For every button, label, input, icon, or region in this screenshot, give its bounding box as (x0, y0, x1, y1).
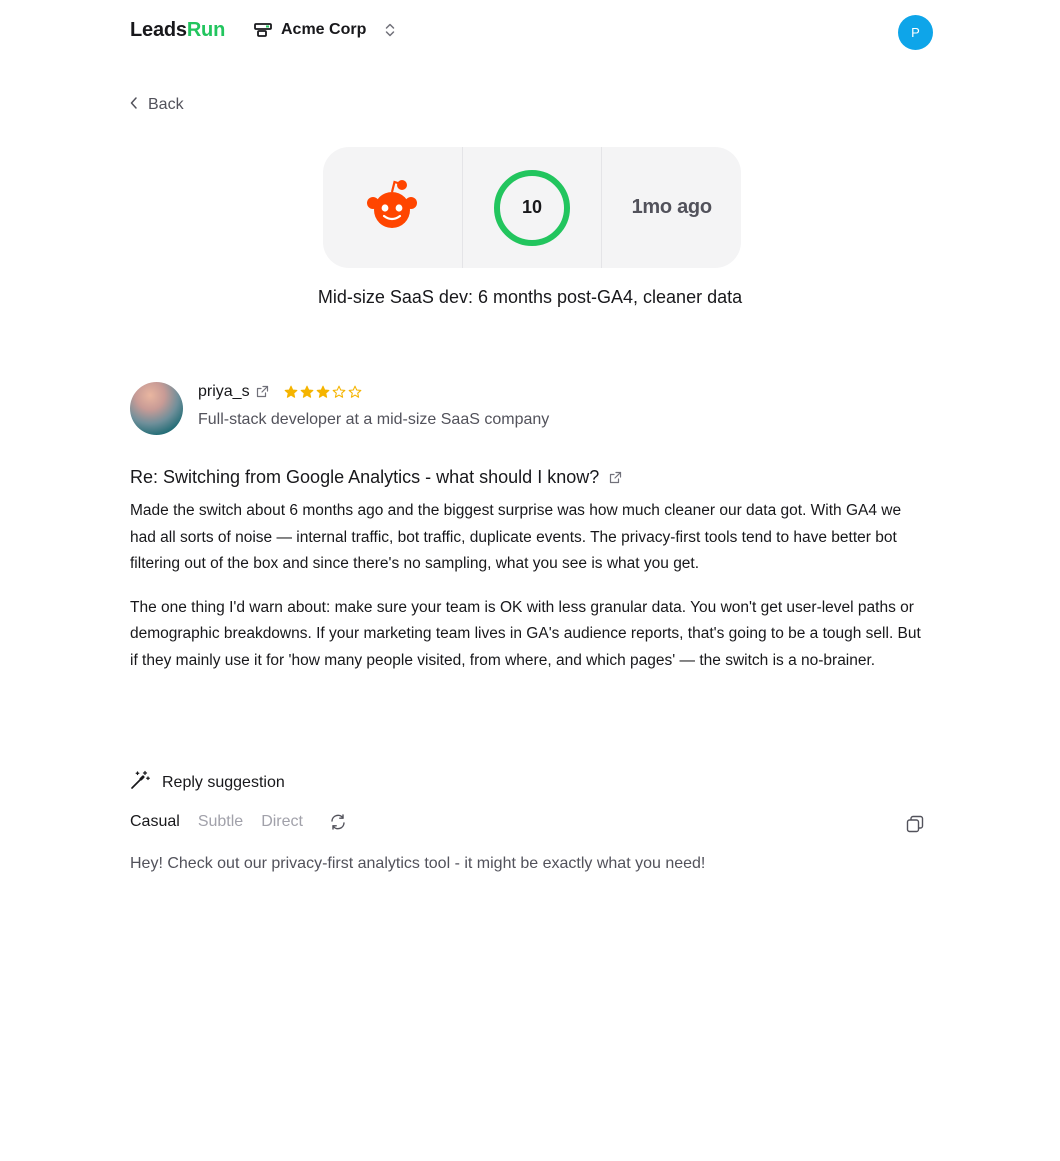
lead-title: Mid-size SaaS dev: 6 months post-GA4, cl… (317, 287, 743, 307)
logo-part-2: Run (186, 19, 226, 41)
logo-part-1: Leads (130, 19, 187, 41)
external-link-icon[interactable] (609, 471, 623, 485)
score-ring: 10 (493, 169, 571, 247)
copy-icon[interactable] (906, 815, 924, 833)
reddit-icon (363, 179, 421, 236)
comment-body: Made the switch about 6 months ago and t… (130, 498, 930, 691)
org-name: Acme Corp (281, 21, 367, 38)
comment-title: Re: Switching from Google Analytics - wh… (130, 467, 623, 488)
app-logo[interactable]: LeadsRun (130, 19, 225, 42)
reply-suggestion-title: Reply suggestion (162, 773, 285, 791)
back-link[interactable]: Back (130, 96, 184, 114)
author-avatar (130, 382, 183, 435)
star-empty-icon (332, 385, 345, 398)
comment-title-text: Re: Switching from Google Analytics - wh… (130, 467, 600, 487)
star-filled-icon (316, 385, 329, 398)
reply-suggestion-header: Reply suggestion (130, 770, 285, 795)
top-bar: LeadsRun Acme Corp P (0, 0, 1060, 64)
author-rating (284, 385, 362, 399)
comment-paragraph: Made the switch about 6 months ago and t… (130, 502, 902, 572)
org-switcher[interactable]: Acme Corp (253, 20, 398, 40)
score-cell: 10 (461, 147, 602, 268)
reply-suggestion-text: Hey! Check out our privacy-first analyti… (130, 855, 706, 872)
tone-tabs: Casual Subtle Direct (130, 813, 347, 831)
comment-paragraph: The one thing I'd warn about: make sure … (130, 598, 921, 669)
author-name: priya_s (198, 383, 250, 400)
star-filled-icon (284, 385, 297, 398)
user-avatar[interactable]: P (898, 15, 933, 50)
chevron-updown-icon (384, 20, 398, 40)
time-cell: 1mo ago (601, 147, 741, 268)
tab-direct[interactable]: Direct (261, 813, 303, 831)
lead-stats-card: 10 1mo ago (323, 147, 741, 268)
refresh-icon[interactable] (329, 813, 347, 831)
author-bio: Full-stack developer at a mid-size SaaS … (198, 411, 550, 428)
tab-casual[interactable]: Casual (130, 813, 180, 831)
chevron-left-icon (130, 96, 138, 114)
external-link-icon[interactable] (256, 385, 270, 399)
org-icon (253, 20, 273, 40)
tab-subtle[interactable]: Subtle (198, 813, 243, 831)
star-filled-icon (300, 385, 313, 398)
magic-wand-icon (130, 770, 150, 795)
back-label: Back (148, 96, 184, 113)
score-value: 10 (521, 197, 543, 217)
star-empty-icon (348, 385, 361, 398)
time-ago: 1mo ago (631, 196, 712, 218)
platform-cell (323, 147, 462, 268)
author-line: priya_s (198, 383, 362, 401)
